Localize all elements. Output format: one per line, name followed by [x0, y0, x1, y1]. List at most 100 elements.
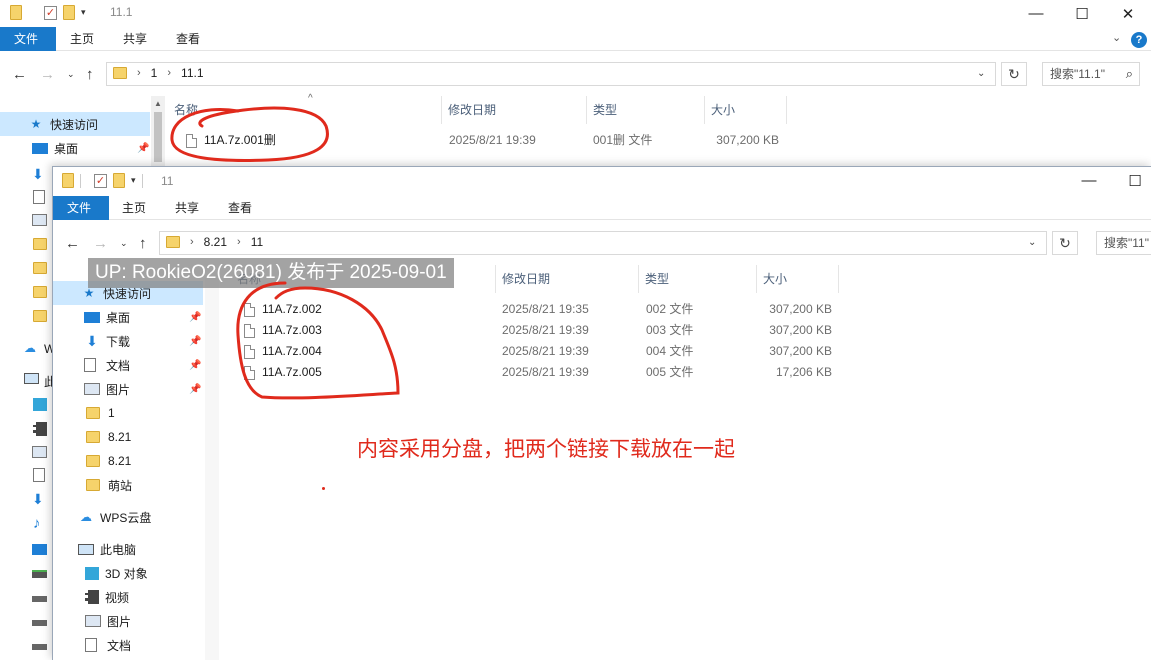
- folder-icon: [113, 67, 127, 79]
- file-type: 003 文件: [646, 323, 694, 337]
- up-arrow-icon[interactable]: ↑: [86, 66, 94, 83]
- refresh-button[interactable]: ↻: [1052, 231, 1078, 255]
- tab-view[interactable]: 查看: [162, 27, 214, 51]
- table-row[interactable]: 11A.7z.005 2025/8/21 19:39 005 文件 17,206…: [219, 362, 839, 383]
- recent-locations-icon[interactable]: ⌄: [120, 238, 128, 249]
- nav-downloads[interactable]: ⬇ 下载: [53, 329, 203, 353]
- column-header-date[interactable]: 修改日期: [496, 265, 639, 293]
- recent-locations-icon[interactable]: ⌄: [67, 69, 75, 80]
- column-header-name[interactable]: 名称: [166, 96, 442, 124]
- forward-arrow-icon[interactable]: →: [93, 235, 108, 252]
- search-input[interactable]: 搜索"11": [1096, 231, 1151, 255]
- file-name: 11A.7z.002: [262, 302, 322, 316]
- 3d-objects-icon: [85, 566, 99, 580]
- nav-wps-cloud[interactable]: ☁ WPS云盘: [53, 505, 203, 529]
- tab-home[interactable]: 主页: [108, 196, 160, 220]
- breadcrumb-item[interactable]: 11: [251, 235, 263, 249]
- maximize-button[interactable]: ☐: [1112, 167, 1151, 194]
- pin-icon[interactable]: 📌: [189, 336, 201, 347]
- breadcrumb-item[interactable]: 1: [151, 66, 158, 80]
- back-arrow-icon[interactable]: ←: [12, 66, 27, 83]
- tab-file[interactable]: 文件: [0, 27, 56, 51]
- help-icon[interactable]: ?: [1131, 32, 1147, 48]
- file-icon: [244, 323, 255, 338]
- tab-file[interactable]: 文件: [53, 196, 109, 220]
- cloud-icon: ☁: [80, 510, 92, 524]
- nav-documents[interactable]: 文档: [53, 353, 203, 377]
- file-name: 11A.7z.001删: [204, 133, 276, 147]
- document-icon: [85, 638, 97, 652]
- file-size: 307,200 KB: [769, 323, 832, 337]
- nav-desktop[interactable]: 桌面: [53, 305, 203, 329]
- column-header-type[interactable]: 类型: [587, 96, 705, 124]
- column-header-date[interactable]: 修改日期: [442, 96, 587, 124]
- chevron-down-icon[interactable]: ⌄: [977, 68, 985, 79]
- tab-share[interactable]: 共享: [109, 27, 161, 51]
- address-bar[interactable]: › 8.21 › 11 ⌄: [159, 231, 1047, 255]
- column-header-size[interactable]: 大小: [757, 265, 839, 293]
- scroll-up-icon[interactable]: ▲: [154, 99, 162, 108]
- forward-arrow-icon[interactable]: →: [40, 66, 55, 83]
- nav-folder-8-21[interactable]: 8.21: [53, 425, 203, 449]
- tab-share[interactable]: 共享: [161, 196, 213, 220]
- pin-icon[interactable]: 📌: [189, 360, 201, 371]
- nav-pc-documents[interactable]: 文档: [53, 633, 203, 657]
- address-bar[interactable]: › 1 › 11.1 ⌄: [106, 62, 996, 86]
- customize-toolbar-icon[interactable]: ▾: [131, 175, 136, 186]
- pin-icon[interactable]: 📌: [189, 312, 201, 323]
- pin-icon[interactable]: 📌: [189, 384, 201, 395]
- pin-icon[interactable]: 📌: [137, 143, 149, 154]
- nav-scrollbar[interactable]: [205, 278, 219, 660]
- close-button[interactable]: ✕: [1105, 0, 1151, 27]
- properties-icon[interactable]: ✓: [94, 173, 107, 188]
- folder-icon: [86, 479, 100, 491]
- chevron-down-icon[interactable]: ⌄: [1028, 237, 1036, 248]
- column-header-size[interactable]: 大小: [705, 96, 787, 124]
- breadcrumb-item[interactable]: 8.21: [204, 235, 227, 249]
- nav-pictures[interactable]: 图片: [53, 377, 203, 401]
- table-row[interactable]: 11A.7z.002 2025/8/21 19:35 002 文件 307,20…: [219, 299, 839, 320]
- nav-label: 萌站: [108, 478, 133, 493]
- nav-label: 视频: [105, 590, 130, 605]
- red-dot-mark: [322, 487, 325, 490]
- nav-pc-pictures[interactable]: 图片: [53, 609, 203, 633]
- tab-view[interactable]: 查看: [214, 196, 266, 220]
- table-row[interactable]: 11A.7z.001删 2025/8/21 19:39 001删 文件 307,…: [166, 130, 786, 151]
- table-row[interactable]: 11A.7z.004 2025/8/21 19:39 004 文件 307,20…: [219, 341, 839, 362]
- breadcrumb-item[interactable]: 11.1: [181, 66, 203, 80]
- file-icon: [244, 365, 255, 380]
- new-folder-icon[interactable]: [113, 173, 125, 188]
- file-date: 2025/8/21 19:39: [502, 323, 589, 337]
- new-folder-icon[interactable]: [63, 5, 75, 20]
- nav-folder-1[interactable]: 1: [53, 401, 203, 425]
- maximize-button[interactable]: ☐: [1059, 0, 1105, 27]
- drive-icon: [32, 620, 47, 626]
- nav-scrollbar[interactable]: ▲: [151, 96, 165, 166]
- customize-toolbar-icon[interactable]: ▾: [81, 7, 86, 18]
- table-row[interactable]: 11A.7z.003 2025/8/21 19:39 003 文件 307,20…: [219, 320, 839, 341]
- document-icon: [33, 468, 45, 482]
- tab-home[interactable]: 主页: [56, 27, 108, 51]
- nav-quick-access[interactable]: ★ 快速访问: [0, 112, 150, 136]
- search-input[interactable]: 搜索"11.1" ⌕: [1042, 62, 1140, 86]
- nav-this-pc[interactable]: 此电脑: [53, 537, 203, 561]
- search-placeholder: 搜索"11": [1104, 236, 1149, 250]
- watermark: UP: RookieO2(26081) 发布于 2025-09-01: [88, 258, 454, 288]
- drive-icon: [32, 644, 47, 650]
- up-arrow-icon[interactable]: ↑: [139, 235, 147, 252]
- properties-icon[interactable]: ✓: [44, 5, 57, 20]
- nav-videos[interactable]: 视频: [53, 585, 203, 609]
- refresh-button[interactable]: ↻: [1001, 62, 1027, 86]
- nav-label: WPS云盘: [100, 510, 152, 525]
- chevron-right-icon: ›: [237, 236, 241, 248]
- nav-folder-mengzhan[interactable]: 萌站: [53, 473, 203, 497]
- column-header-type[interactable]: 类型: [639, 265, 757, 293]
- back-arrow-icon[interactable]: ←: [65, 235, 80, 252]
- minimize-button[interactable]: —: [1066, 167, 1112, 194]
- nav-folder-8-21-b[interactable]: 8.21: [53, 449, 203, 473]
- ribbon-expand-icon[interactable]: ⌄: [1112, 31, 1121, 44]
- nav-3d-objects[interactable]: 3D 对象: [53, 561, 203, 585]
- minimize-button[interactable]: —: [1013, 0, 1059, 27]
- scroll-thumb[interactable]: [154, 112, 162, 162]
- nav-desktop[interactable]: 桌面: [0, 136, 150, 160]
